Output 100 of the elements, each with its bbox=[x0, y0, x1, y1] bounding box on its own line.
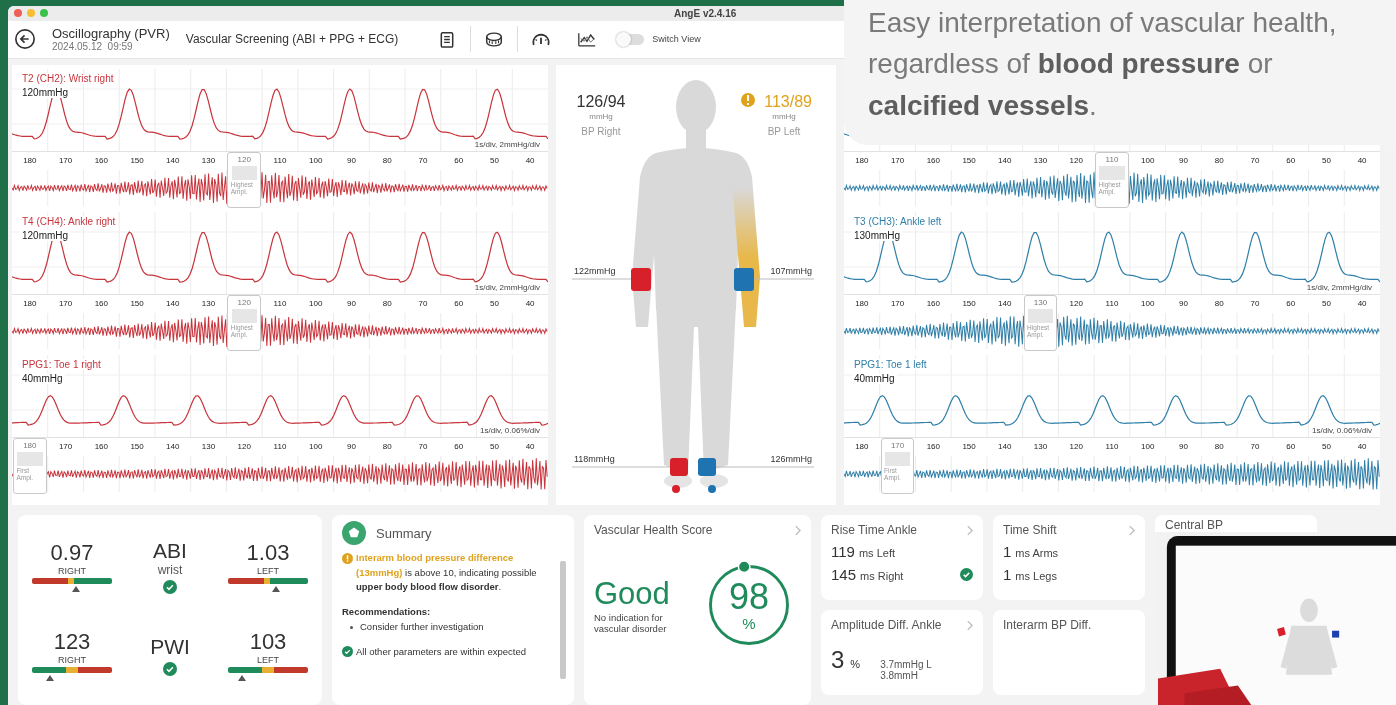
metric-value: 1 bbox=[1003, 543, 1012, 560]
tick-label: 100 bbox=[1141, 156, 1155, 166]
back-icon[interactable] bbox=[14, 28, 36, 51]
tick-label: 150 bbox=[130, 442, 144, 452]
cuff-pressure: 40mmHg bbox=[852, 373, 897, 384]
tick-label: 70 bbox=[1250, 442, 1260, 452]
channel-name: PPG1: Toe 1 right bbox=[20, 359, 103, 370]
tick-label: 170 bbox=[58, 156, 73, 166]
warning-icon bbox=[741, 93, 755, 107]
tick-label: 120 bbox=[1069, 299, 1083, 309]
side-label: LEFT bbox=[257, 566, 279, 577]
chevron-icon bbox=[794, 524, 801, 536]
tick-label: 80 bbox=[382, 442, 392, 452]
tick-label: 150 bbox=[962, 156, 976, 166]
tick-label: 130 bbox=[1033, 156, 1048, 166]
warning-icon bbox=[342, 553, 353, 564]
tick-label: 70 bbox=[418, 442, 428, 452]
unit-label: mmHg bbox=[589, 112, 613, 121]
tick-label: 150 bbox=[962, 442, 976, 452]
tick-label: 60 bbox=[1286, 442, 1296, 452]
recommendations-title: Recommendations: bbox=[342, 605, 432, 620]
score-unit: % bbox=[742, 614, 756, 632]
metric-value: 119 bbox=[831, 543, 855, 560]
tick-label: 150 bbox=[130, 156, 144, 166]
cuff-reading: 118mmHg bbox=[574, 454, 615, 464]
tick-label: 160 bbox=[926, 156, 940, 166]
tick-label: 110 bbox=[273, 299, 287, 309]
tick-label: 170 bbox=[58, 299, 73, 309]
view-switch[interactable] bbox=[618, 33, 645, 45]
tick-label: 110 bbox=[1105, 155, 1119, 165]
bp-reading: 113/89 bbox=[764, 93, 812, 110]
index-name: ABI bbox=[153, 538, 187, 563]
tick-label: 130 bbox=[201, 156, 216, 166]
cuff-pressure: 120mmHg bbox=[20, 230, 71, 241]
tick-label: 140 bbox=[166, 442, 180, 452]
tick-label: 160 bbox=[94, 156, 108, 166]
switch-label: Switch View bbox=[652, 34, 701, 45]
tick-label: 110 bbox=[1105, 442, 1119, 452]
metric-value: 145 bbox=[831, 566, 857, 583]
cuff-pressure: 40mmHg bbox=[20, 373, 65, 384]
tick-label: 150 bbox=[962, 299, 976, 309]
tick-label: 50 bbox=[489, 442, 499, 452]
metric-unit: ms Legs bbox=[1015, 570, 1058, 582]
index-site: wrist bbox=[157, 562, 183, 577]
metric-card[interactable]: Rise Time Ankle 119 ms Left 145 ms Right bbox=[821, 515, 983, 600]
score-note: No indication for vascular disorder bbox=[594, 612, 668, 634]
metric-card[interactable]: Time Shift 1 ms Arms 1 ms Legs bbox=[993, 515, 1145, 600]
close-button[interactable] bbox=[14, 9, 22, 18]
cuff-pressure: 120mmHg bbox=[20, 87, 71, 98]
tick-label: 100 bbox=[309, 299, 323, 309]
metric-card[interactable]: Central BP bbox=[1155, 515, 1317, 532]
metric-detail: 3.7mmHg L bbox=[880, 659, 932, 670]
tick-label: 60 bbox=[1286, 156, 1296, 166]
recommendation-text: Consider further investigation bbox=[360, 619, 484, 634]
warning-text: Interarm blood pressure difference (13mmHg) is above 10, indicating possible upper body blood flow disorder. bbox=[356, 551, 538, 595]
summary-icon bbox=[342, 521, 366, 545]
tick-label: 50 bbox=[489, 156, 499, 166]
metric-card[interactable]: Amplitude Diff. Ankle 3 % 3.7mmHg L 3.8mmH bbox=[821, 610, 983, 695]
tick-label: 50 bbox=[1321, 299, 1331, 309]
bp-reading: 126/94 bbox=[576, 93, 626, 110]
metric-card[interactable]: Interarm BP Diff. bbox=[993, 610, 1145, 695]
tick-label: 180 bbox=[23, 156, 37, 166]
tick-label: 80 bbox=[1214, 156, 1224, 166]
scrollbar[interactable] bbox=[560, 561, 566, 679]
index-value: 0.97 bbox=[50, 540, 94, 567]
card-title: Vascular Health Score bbox=[594, 523, 713, 537]
callout-text: Easy interpretation of vascular health, regardless of blood pressure or calcified vessels. bbox=[868, 6, 1338, 123]
tick-label: 100 bbox=[1141, 442, 1155, 452]
tick-label: 130 bbox=[201, 299, 216, 309]
tick-label: 180 bbox=[855, 442, 869, 452]
unit-label: mmHg bbox=[772, 112, 796, 121]
cuff-reading: 126mmHg bbox=[770, 454, 812, 464]
card-title: Summary bbox=[376, 525, 432, 541]
tick-label: 100 bbox=[1141, 299, 1155, 309]
cuff-reading: 122mmHg bbox=[574, 266, 616, 276]
metric-unit: % bbox=[850, 658, 861, 670]
scale-label: 1s/div, 2mmHg/div bbox=[474, 283, 540, 292]
tick-label: 40 bbox=[1357, 156, 1367, 166]
tick-label: 130 bbox=[201, 442, 216, 452]
tick-label: 170 bbox=[890, 156, 905, 166]
tick-label: 90 bbox=[1179, 442, 1188, 452]
tick-label: 70 bbox=[1250, 156, 1260, 166]
scale-label: 1s/div, 2mmHg/div bbox=[1306, 283, 1372, 292]
roll-icon[interactable] bbox=[484, 29, 505, 49]
score-card[interactable]: Vascular Health Score Good No indication for vascular disorder 98 % bbox=[584, 515, 811, 705]
score-rating: Good bbox=[594, 576, 671, 612]
check-icon bbox=[342, 646, 353, 658]
metric-unit: ms Left bbox=[858, 547, 896, 559]
index-value: 103 bbox=[249, 629, 287, 656]
tick-label: 160 bbox=[94, 299, 108, 309]
cuff-pressure: 130mmHg bbox=[852, 230, 903, 241]
tick-label: 50 bbox=[1321, 442, 1331, 452]
cuff-reading: 107mmHg bbox=[770, 266, 812, 276]
tick-label: 120 bbox=[1069, 442, 1083, 452]
scale-label: 1s/div, 2mmHg/div bbox=[474, 140, 540, 149]
channel-name: T3 (CH3): Ankle left bbox=[852, 216, 944, 227]
index-name: PWI bbox=[150, 634, 190, 659]
tick-label: 90 bbox=[347, 299, 356, 309]
tick-label: 120 bbox=[237, 298, 251, 308]
tick-label: 180 bbox=[855, 299, 869, 309]
